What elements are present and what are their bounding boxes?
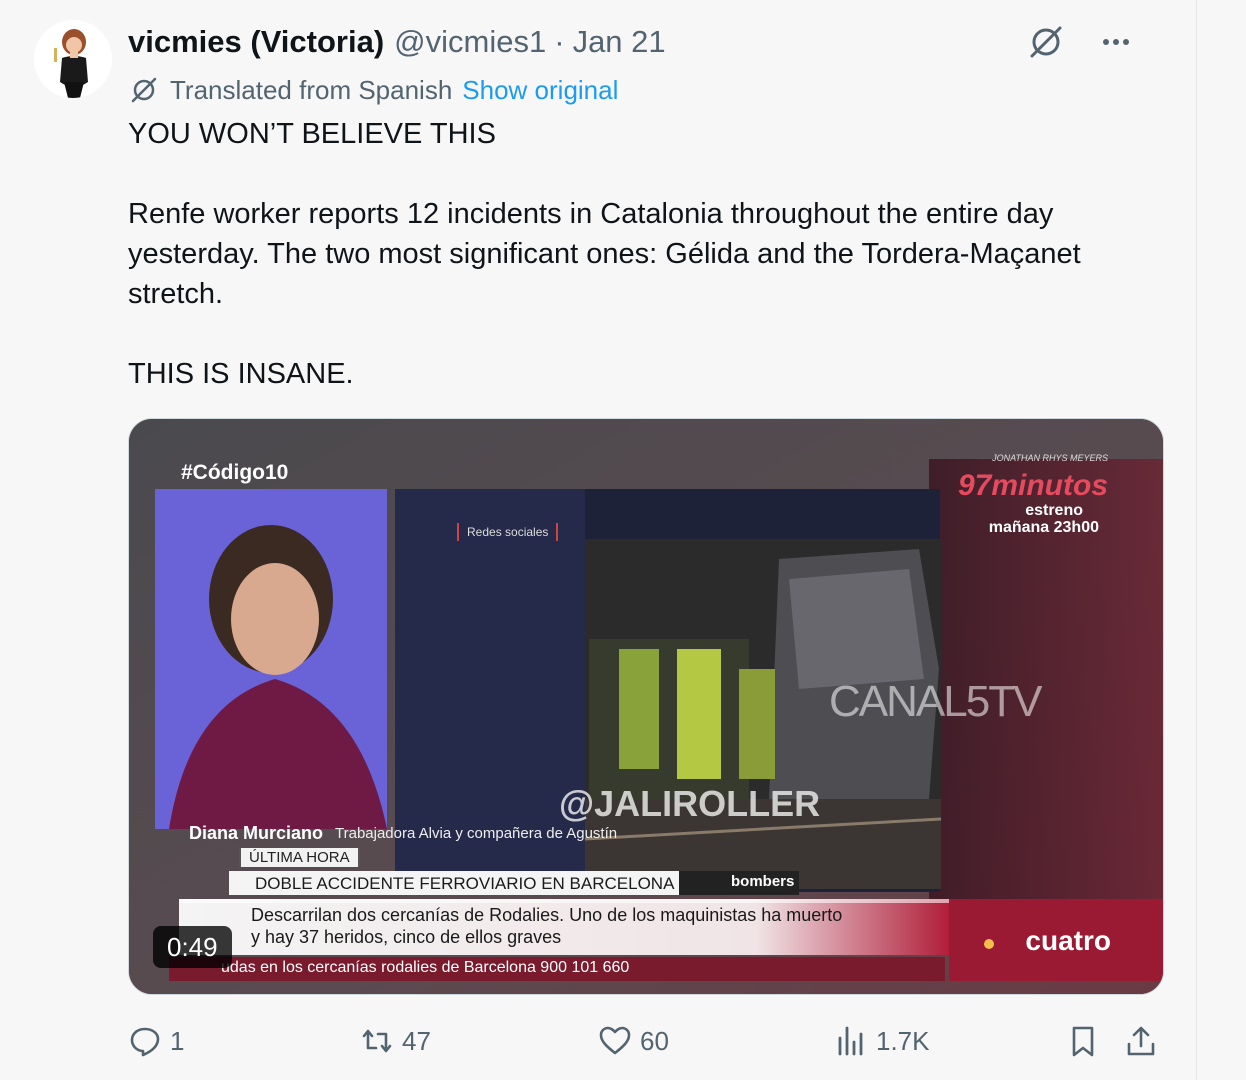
- grok-icon: [1030, 26, 1062, 58]
- promo-small-text: JONATHAN RHYS MEYERS: [992, 453, 1108, 463]
- analytics-icon: [838, 1026, 863, 1056]
- views-button[interactable]: 1.7K: [834, 1018, 930, 1064]
- promo-title: 97minutos: [957, 469, 1108, 502]
- view-count: 1.7K: [876, 1025, 930, 1056]
- heart-icon: [599, 1026, 631, 1055]
- more-dots-icon: [1103, 39, 1129, 45]
- separator-dot: ·: [554, 24, 565, 59]
- description-line-2: y hay 37 heridos, cinco de ellos graves: [251, 927, 562, 947]
- show-original-link[interactable]: Show original: [462, 75, 618, 106]
- action-bar: 1 47 60 1.7K: [128, 1018, 1162, 1064]
- translation-notice: Translated from Spanish Show original: [128, 72, 618, 108]
- headline-overlay: DOBLE ACCIDENTE FERROVIARIO EN BARCELONA: [255, 874, 675, 893]
- translation-label: Translated from Spanish: [170, 74, 453, 105]
- repost-icon: [362, 1029, 392, 1053]
- tweet-header: vicmies (Victoria) @vicmies1 · Jan 21: [128, 22, 666, 62]
- share-button[interactable]: [1124, 1018, 1166, 1064]
- video-duration-badge: 0:49: [153, 926, 232, 968]
- tweet-text-line: THIS IS INSANE.: [128, 358, 354, 390]
- avatar[interactable]: [34, 20, 112, 98]
- header-actions: [1026, 22, 1136, 62]
- grok-button[interactable]: [1026, 22, 1066, 62]
- bookmark-icon: [1072, 1026, 1094, 1057]
- promo-line-2: mañana 23h00: [988, 519, 1099, 536]
- tweet-text: YOU WON’T BELIEVE THIS Renfe worker repo…: [128, 114, 1168, 394]
- ticker-text: udas en los cercanías rodalies de Barcel…: [221, 959, 630, 976]
- promo-line-1: estreno: [1025, 502, 1083, 519]
- speaker-name: Diana Murciano: [189, 823, 324, 843]
- repost-count: 47: [402, 1025, 431, 1056]
- like-count: 60: [640, 1025, 669, 1056]
- reply-button[interactable]: 1: [128, 1018, 184, 1064]
- video-player[interactable]: #Código10 JONATHAN RHYS MEYERS 97minutos…: [128, 418, 1164, 995]
- like-button[interactable]: 60: [598, 1018, 669, 1064]
- source-logo: bombers: [731, 873, 795, 890]
- display-name[interactable]: vicmies (Victoria): [128, 24, 384, 60]
- channel-logo: cuatro: [1025, 925, 1111, 956]
- tweet-card[interactable]: vicmies (Victoria) @vicmies1 · Jan 21 Tr…: [0, 0, 1197, 1080]
- translate-icon: [131, 77, 157, 103]
- avatar-image: [34, 20, 112, 98]
- speaker-role: Trabajadora Alvia y compañera de Agustín: [335, 825, 618, 842]
- user-handle[interactable]: @vicmies1: [394, 24, 546, 60]
- tweet-date[interactable]: Jan 21: [573, 24, 666, 60]
- breaking-tag: ÚLTIMA HORA: [239, 848, 360, 867]
- tweet-text-line: YOU WON’T BELIEVE THIS: [128, 118, 496, 150]
- channel-watermark: CANAL5TV: [829, 677, 1042, 726]
- reply-icon: [130, 1027, 160, 1057]
- tweet-text-paragraph: Renfe worker reports 12 incidents in Cat…: [128, 198, 1081, 310]
- share-icon: [1127, 1026, 1155, 1056]
- description-line-1: Descarrilan dos cercanías de Rodalies. U…: [251, 905, 843, 925]
- more-options-button[interactable]: [1096, 22, 1136, 62]
- credit-overlay: @JALIROLLER: [559, 783, 821, 824]
- hashtag-overlay: #Código10: [181, 461, 289, 484]
- repost-button[interactable]: 47: [360, 1018, 431, 1064]
- reply-count: 1: [170, 1025, 185, 1056]
- source-tag: Redes sociales: [457, 523, 559, 541]
- bookmark-button[interactable]: [1066, 1018, 1108, 1064]
